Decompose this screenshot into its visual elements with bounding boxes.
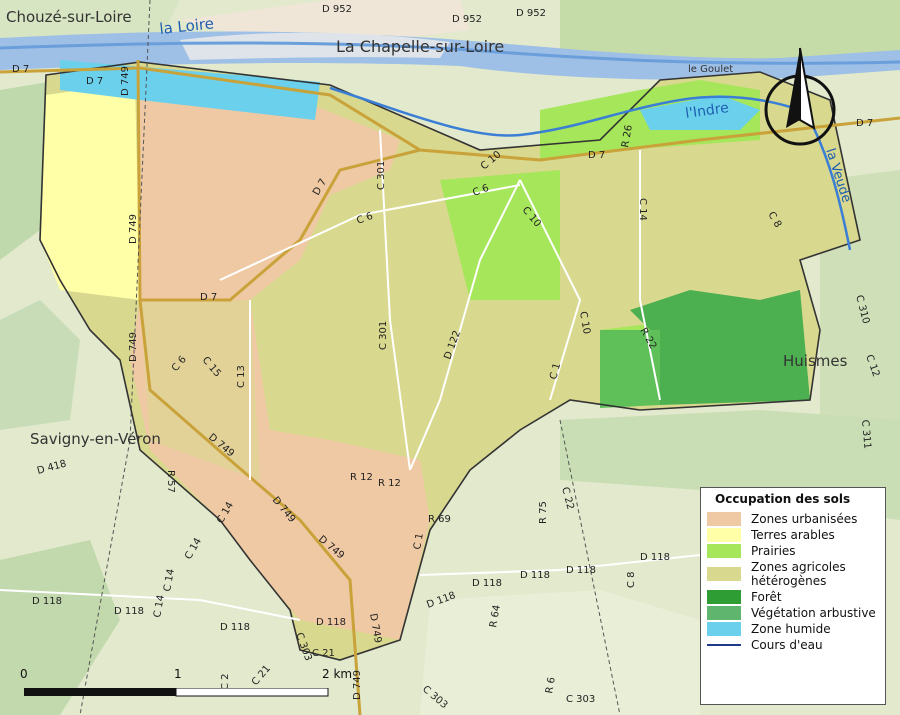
road-d7-d: D 7 bbox=[856, 118, 873, 129]
legend-label: Terres arables bbox=[751, 528, 835, 542]
legend-label: Zones agricoles hétérogènes bbox=[751, 560, 846, 588]
road-d749-a: D 749 bbox=[120, 66, 131, 96]
legend-item-arable: Terres arables bbox=[707, 528, 879, 542]
scale-label-1: 1 bbox=[174, 667, 182, 681]
scale-label-0: 0 bbox=[20, 667, 28, 681]
place-huismes: Huismes bbox=[783, 352, 848, 370]
legend-item-wetland: Zone humide bbox=[707, 622, 879, 636]
road-d952-a: D 952 bbox=[322, 4, 352, 15]
place-savigny: Savigny-en-Véron bbox=[30, 430, 161, 448]
road-d7-c: D 7 bbox=[588, 150, 605, 161]
legend-item-prairies: Prairies bbox=[707, 544, 879, 558]
place-goulet: le Goulet bbox=[688, 64, 733, 75]
legend-label: Prairies bbox=[751, 544, 796, 558]
road-d749-c: D 749 bbox=[128, 332, 139, 362]
road-c8-b: C 8 bbox=[626, 571, 637, 588]
road-d118-i: D 118 bbox=[640, 552, 670, 563]
road-c303-a: C 303 bbox=[566, 694, 595, 705]
road-r57: R 57 bbox=[165, 470, 176, 493]
legend-label: Cours d'eau bbox=[751, 638, 823, 652]
road-d749-b: D 749 bbox=[128, 214, 139, 244]
legend-label: Végétation arbustive bbox=[751, 606, 876, 620]
road-c21-a: C 21 bbox=[312, 648, 335, 659]
road-d118-b: D 118 bbox=[114, 606, 144, 617]
legend-swatch bbox=[707, 567, 741, 581]
road-c301-a: C 301 bbox=[376, 161, 387, 190]
road-c13: C 13 bbox=[236, 365, 247, 388]
road-d118-d: D 118 bbox=[316, 617, 346, 628]
legend-swatch bbox=[707, 528, 741, 542]
legend-swatch bbox=[707, 590, 741, 604]
legend-swatch bbox=[707, 512, 741, 526]
legend-swatch bbox=[707, 606, 741, 620]
road-d118-c: D 118 bbox=[220, 622, 250, 633]
legend-item-heterogeneous: Zones agricoles hétérogènes bbox=[707, 560, 879, 588]
road-d952-b: D 952 bbox=[452, 14, 482, 25]
road-d7-a: D 7 bbox=[12, 64, 29, 75]
legend-item-urban: Zones urbanisées bbox=[707, 512, 879, 526]
road-d7-f: D 7 bbox=[200, 292, 217, 303]
legend-label: Zone humide bbox=[751, 622, 831, 636]
place-chouze: Chouzé-sur-Loire bbox=[6, 8, 132, 26]
legend-label: Forêt bbox=[751, 590, 782, 604]
road-r12-a: R 12 bbox=[350, 472, 373, 483]
road-d118-g: D 118 bbox=[520, 570, 550, 581]
legend-title: Occupation des sols bbox=[715, 492, 851, 506]
scale-bar: 0 bbox=[24, 688, 329, 697]
road-r69: R 69 bbox=[428, 514, 451, 525]
road-d118-h: D 118 bbox=[566, 565, 596, 576]
road-d952-c: D 952 bbox=[516, 8, 546, 19]
road-c301-b: C 301 bbox=[378, 321, 389, 350]
legend-line bbox=[707, 644, 741, 646]
road-c14-a: C 14 bbox=[637, 198, 648, 221]
legend-swatch bbox=[707, 544, 741, 558]
road-d7-b: D 7 bbox=[86, 76, 103, 87]
scale-label-2: 2 km bbox=[322, 667, 353, 681]
road-d118-f: D 118 bbox=[472, 578, 502, 589]
road-r12-b: R 12 bbox=[378, 478, 401, 489]
legend-label: Zones urbanisées bbox=[751, 512, 858, 526]
legend-item-shrub: Végétation arbustive bbox=[707, 606, 879, 620]
legend-swatch bbox=[707, 622, 741, 636]
legend-item-forest: Forêt bbox=[707, 590, 879, 604]
legend-item-water: Cours d'eau bbox=[707, 638, 879, 652]
place-chapelle: La Chapelle-sur-Loire bbox=[336, 37, 504, 56]
road-d118-a: D 118 bbox=[32, 596, 62, 607]
road-r75: R 75 bbox=[538, 501, 549, 524]
legend: Occupation des sols Zones urbanisées Ter… bbox=[700, 487, 886, 705]
